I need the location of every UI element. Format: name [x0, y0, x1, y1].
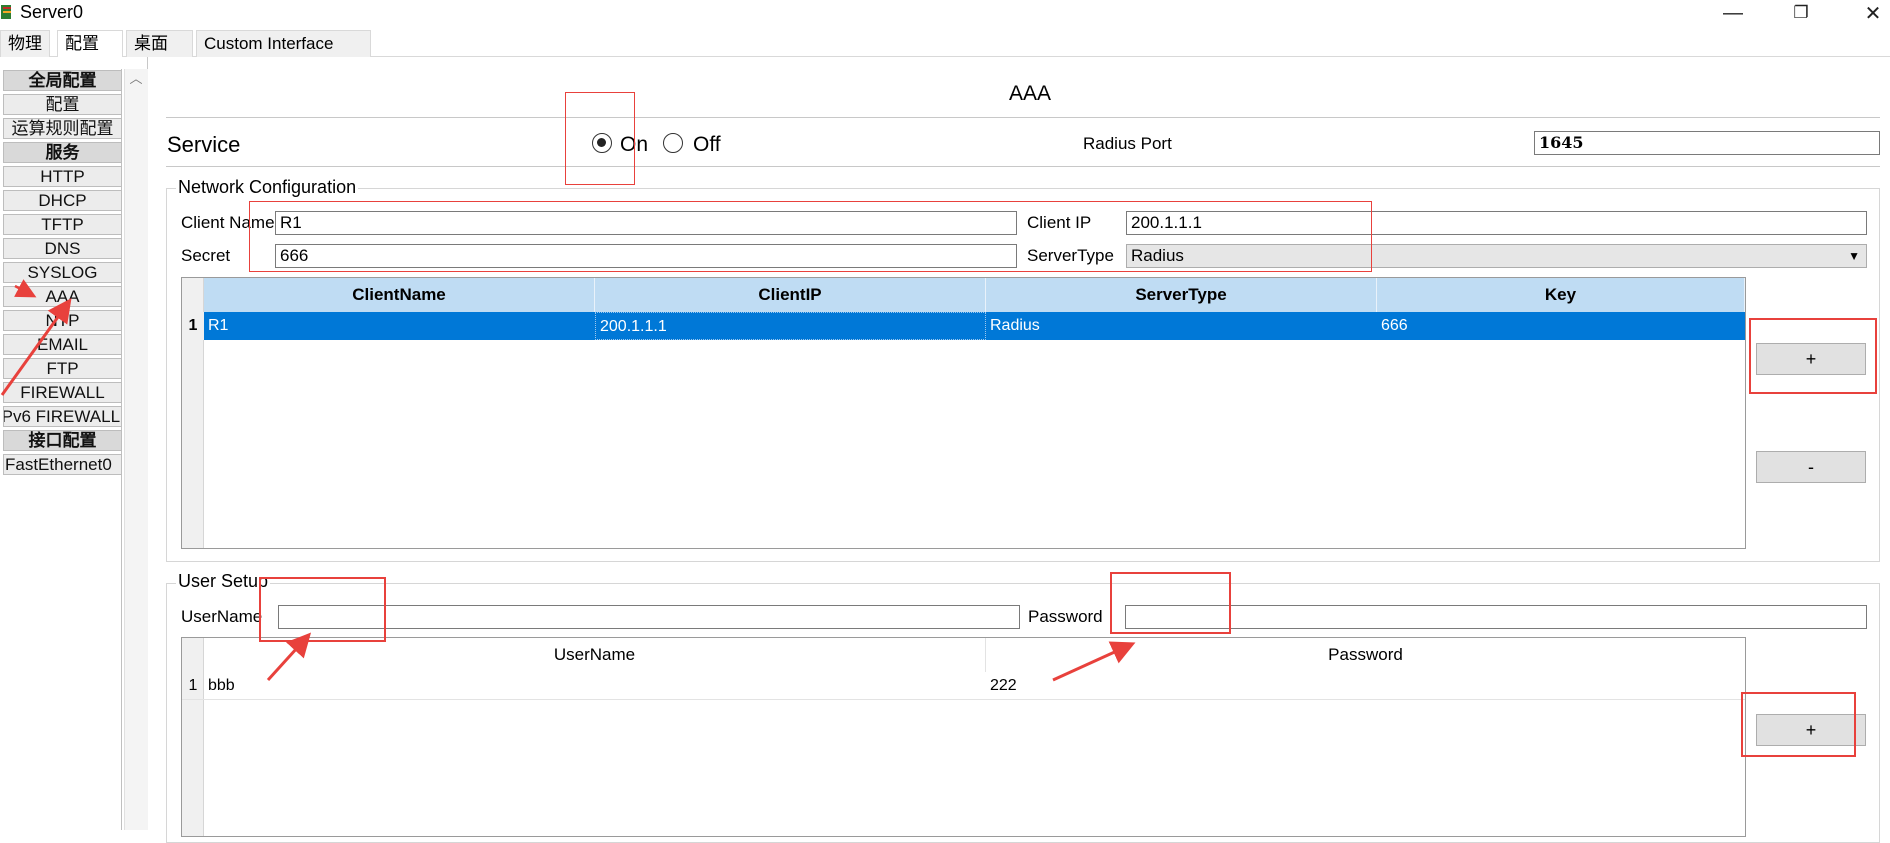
- annotation-arrow: [14, 279, 37, 298]
- annotation-arrow: [1052, 641, 1136, 682]
- annotation-arrow: [266, 632, 312, 682]
- annotation-arrow: [0, 298, 72, 396]
- annotation-arrows: [0, 279, 1136, 682]
